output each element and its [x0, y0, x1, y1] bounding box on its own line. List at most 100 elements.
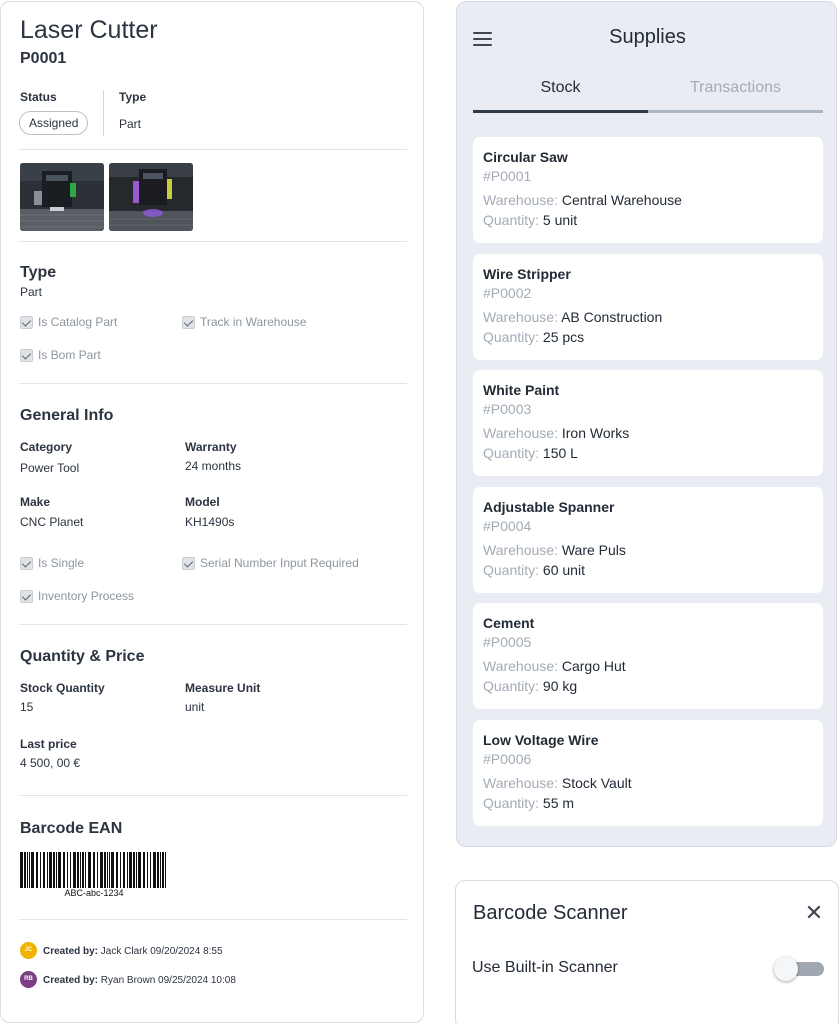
supply-card[interactable]: White Paint #P0003 Warehouse: Iron Works Qu…	[473, 370, 823, 476]
barcode-scanner-panel: Barcode Scanner ✕ Use Built-in Scanner	[455, 880, 839, 1024]
tab-transactions[interactable]: Transactions	[648, 79, 823, 97]
warehouse-label: Warehouse:	[483, 775, 562, 791]
supply-quantity: Quantity: 25 pcs	[483, 329, 813, 345]
quantity-label: Quantity:	[483, 329, 543, 345]
is-single-checkbox[interactable]: Is Single	[20, 556, 84, 570]
warehouse-value: Cargo Hut	[561, 658, 626, 674]
type-label: Type	[119, 90, 147, 104]
warehouse-value: Ware Puls	[561, 542, 626, 558]
close-icon[interactable]: ✕	[804, 902, 824, 924]
divider	[19, 149, 407, 150]
checkbox-label: Inventory Process	[38, 589, 135, 603]
supply-name: Circular Saw	[483, 149, 568, 165]
is-bom-part-checkbox[interactable]: Is Bom Part	[20, 348, 101, 362]
supply-id: #P0004	[483, 518, 532, 534]
warehouse-label: Warehouse:	[483, 309, 562, 325]
item-detail-panel: Laser Cutter P0001 Status Assigned Type …	[0, 1, 424, 1023]
divider	[19, 795, 407, 796]
tab-indicator	[473, 110, 823, 113]
supply-id: #P0002	[483, 285, 532, 301]
warehouse-label: Warehouse:	[483, 658, 562, 674]
supply-card[interactable]: Cement #P0005 Warehouse: Cargo Hut Quantity…	[473, 603, 823, 709]
tab-stock[interactable]: Stock	[473, 79, 648, 97]
supply-card[interactable]: Wire Stripper #P0002 Warehouse: AB Constru…	[473, 254, 823, 360]
model-label: Model	[185, 495, 220, 509]
warranty-value: 24 months	[185, 459, 242, 473]
status-badge: Assigned	[19, 111, 89, 135]
item-photo[interactable]	[109, 163, 193, 231]
category-value: Power Tool	[20, 461, 80, 475]
supply-quantity: Quantity: 5 unit	[483, 212, 813, 228]
quantity-label: Quantity:	[483, 562, 543, 578]
category-label: Category	[20, 440, 73, 454]
supply-id: #P0001	[483, 168, 532, 184]
warehouse-value: Stock Vault	[561, 775, 632, 791]
quantity-value: 150 L	[542, 445, 578, 461]
checkbox-checked-icon	[182, 315, 195, 329]
supplies-panel: Supplies Stock Transactions Circular Saw…	[456, 1, 837, 847]
quantity-value: 55 m	[542, 795, 575, 811]
supply-card[interactable]: Circular Saw #P0001 Warehouse: Central War…	[473, 137, 823, 243]
supply-warehouse: Warehouse: Cargo Hut	[483, 658, 813, 674]
supply-quantity: Quantity: 90 kg	[483, 678, 813, 694]
type-value: Part	[119, 117, 142, 131]
divider	[19, 919, 407, 920]
checkbox-label: Is Single	[38, 556, 85, 570]
created-by-label: Created by:	[43, 975, 99, 986]
checkbox-label: Track in Warehouse	[200, 315, 307, 329]
created-by-entry: Created by: Jack Clark 09/20/2024 8:55	[43, 946, 223, 957]
model-value: KH1490s	[185, 515, 235, 529]
item-title: Laser Cutter	[20, 16, 158, 44]
checkbox-label: Is Catalog Part	[38, 315, 118, 329]
checkbox-checked-icon	[20, 556, 33, 570]
make-value: CNC Planet	[20, 515, 84, 529]
checkbox-checked-icon	[20, 589, 33, 603]
item-code: P0001	[20, 50, 67, 67]
warehouse-value: AB Construction	[561, 309, 663, 325]
supply-card[interactable]: Low Voltage Wire #P0006 Warehouse: Stock V…	[473, 720, 823, 826]
checkbox-checked-icon	[182, 556, 195, 570]
quantity-label: Quantity:	[483, 678, 543, 694]
supply-id: #P0005	[483, 634, 532, 650]
checkbox-checked-icon	[20, 315, 33, 329]
checkbox-checked-icon	[20, 348, 33, 362]
supplies-title: Supplies	[609, 26, 686, 48]
quantity-value: 5 unit	[542, 212, 578, 228]
inventory-process-checkbox[interactable]: Inventory Process	[20, 589, 134, 603]
supply-warehouse: Warehouse: Ware Puls	[483, 542, 813, 558]
make-label: Make	[20, 495, 51, 509]
supply-warehouse: Warehouse: Iron Works	[483, 425, 813, 441]
type-section-heading: Type	[20, 264, 57, 281]
checkbox-label: Is Bom Part	[38, 348, 101, 362]
status-label: Status	[20, 90, 57, 104]
warranty-label: Warranty	[185, 440, 237, 454]
supply-warehouse: Warehouse: Central Warehouse	[483, 192, 813, 208]
divider	[19, 241, 407, 242]
warehouse-value: Iron Works	[561, 425, 630, 441]
supply-id: #P0006	[483, 751, 532, 767]
warehouse-label: Warehouse:	[483, 425, 562, 441]
last-price-label: Last price	[20, 737, 77, 751]
supply-quantity: Quantity: 60 unit	[483, 562, 813, 578]
checkbox-label: Serial Number Input Required	[200, 556, 359, 570]
supply-quantity: Quantity: 150 L	[483, 445, 813, 461]
is-catalog-part-checkbox[interactable]: Is Catalog Part	[20, 315, 117, 329]
scanner-title: Barcode Scanner	[473, 902, 628, 924]
quantity-price-heading: Quantity & Price	[20, 648, 145, 665]
general-info-heading: General Info	[20, 407, 114, 424]
supply-id: #P0003	[483, 401, 532, 417]
serial-number-required-checkbox[interactable]: Serial Number Input Required	[182, 556, 359, 570]
supply-name: Adjustable Spanner	[483, 499, 615, 515]
track-in-warehouse-checkbox[interactable]: Track in Warehouse	[182, 315, 306, 329]
supply-card[interactable]: Adjustable Spanner #P0004 Warehouse: Ware …	[473, 487, 823, 593]
quantity-value: 60 unit	[542, 562, 585, 578]
item-photo[interactable]	[20, 163, 104, 231]
built-in-scanner-label: Use Built-in Scanner	[472, 959, 618, 976]
supply-name: Cement	[483, 615, 535, 631]
quantity-label: Quantity:	[483, 212, 543, 228]
created-by-text: Jack Clark 09/20/2024 8:55	[100, 946, 223, 957]
built-in-scanner-toggle[interactable]	[774, 957, 826, 981]
supply-warehouse: Warehouse: AB Construction	[483, 309, 813, 325]
barcode-image	[20, 852, 166, 888]
divider	[19, 383, 407, 384]
